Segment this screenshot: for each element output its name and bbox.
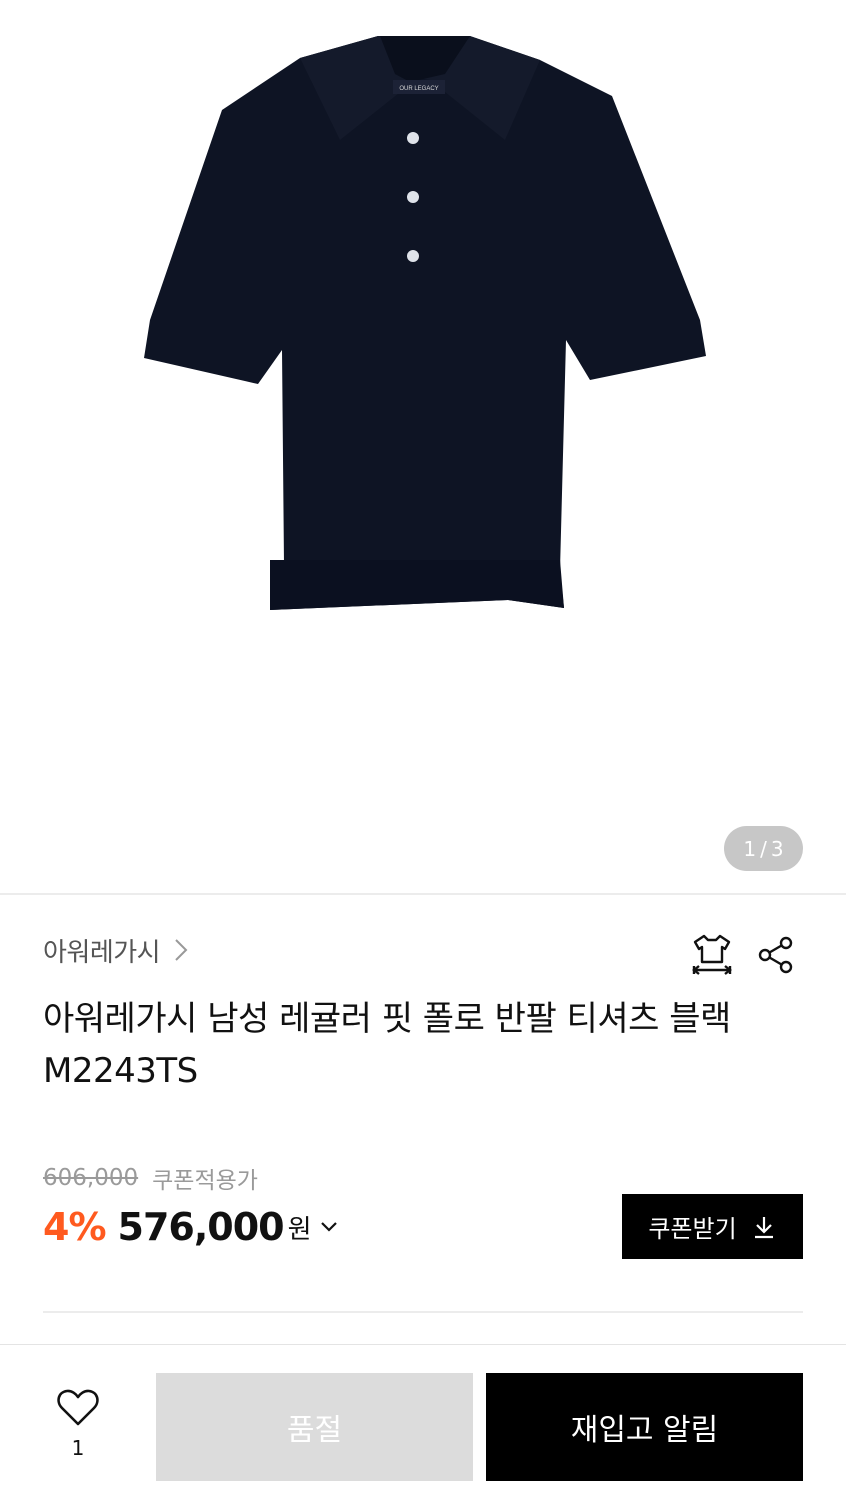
pager-separator: /: [760, 836, 767, 861]
currency-label: 원: [287, 1214, 312, 1245]
price-row: 4% 576,000 원: [43, 1200, 340, 1254]
final-price: 576,000: [117, 1205, 285, 1249]
like-count: 1: [71, 1436, 85, 1460]
soldout-label: 품절: [286, 1413, 343, 1448]
original-price-row: 606,000 쿠폰적용가: [43, 1162, 258, 1194]
size-guide-icon: [692, 934, 732, 975]
bottom-bar-divider: [0, 1344, 846, 1345]
brand-link[interactable]: 아워레가시: [43, 930, 192, 970]
coupon-price-note: 쿠폰적용가: [152, 1168, 258, 1194]
chevron-right-icon: [175, 939, 188, 961]
pager-total: 3: [770, 836, 784, 861]
logo-label: OUR LEGACY: [399, 86, 438, 92]
coupon-download-button[interactable]: 쿠폰받기: [622, 1194, 803, 1259]
download-icon: [754, 1216, 773, 1238]
share-icon: [758, 936, 793, 974]
discount-rate: 4%: [43, 1205, 107, 1249]
heart-icon: [57, 1389, 99, 1426]
image-pager: 1 / 3: [724, 826, 803, 871]
share-button[interactable]: [752, 930, 800, 980]
pager-current: 1: [743, 836, 757, 861]
like-button[interactable]: 1: [43, 1388, 113, 1478]
coupon-button-label: 쿠폰받기: [648, 1215, 737, 1243]
product-image: OUR LEGACY: [144, 36, 706, 610]
chevron-down-icon[interactable]: [318, 1216, 340, 1238]
product-title: 아워레가시 남성 레귤러 핏 폴로 반팔 티셔츠 블랙 M2243TS: [43, 993, 803, 1097]
original-price: 606,000: [43, 1165, 139, 1191]
brand-name: 아워레가시: [43, 937, 161, 968]
divider: [43, 1311, 803, 1313]
restock-label: 재입고 알림: [570, 1413, 719, 1448]
size-guide-button[interactable]: [688, 930, 736, 980]
product-title-line2: M2243TS: [43, 1051, 198, 1091]
product-title-line1: 아워레가시 남성 레귤러 핏 폴로 반팔 티셔츠 블랙: [43, 999, 731, 1039]
restock-alert-button[interactable]: 재입고 알림: [486, 1373, 803, 1481]
divider: [0, 893, 846, 895]
soldout-button: 품절: [156, 1373, 473, 1481]
product-image-gallery[interactable]: OUR LEGACY 1 / 3: [0, 0, 846, 893]
